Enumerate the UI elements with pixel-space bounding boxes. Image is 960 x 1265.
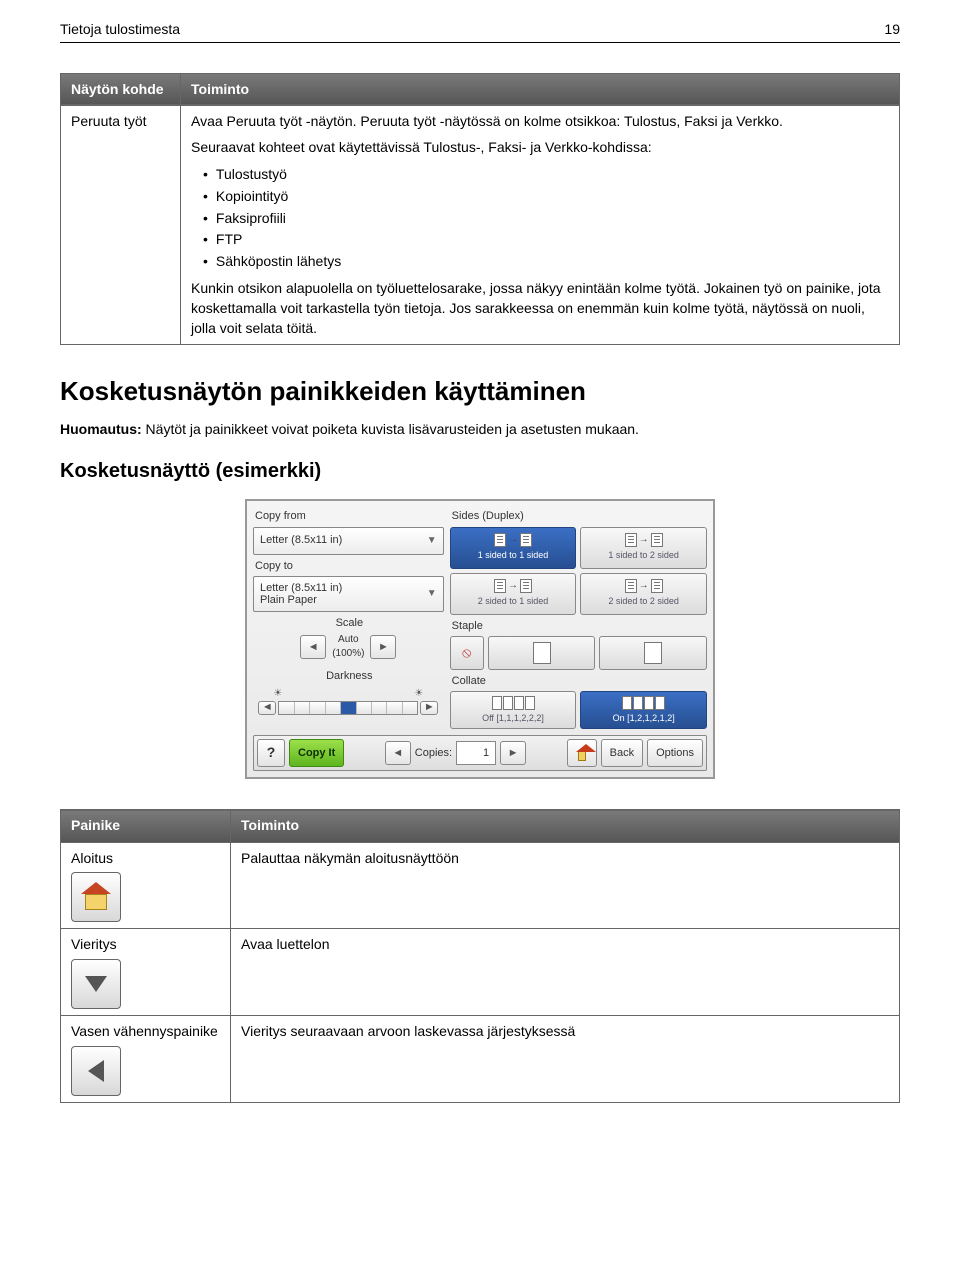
table-row: Peruuta työt Avaa Peruuta työt -näytön. …	[61, 106, 900, 345]
row-label: Peruuta työt	[61, 106, 181, 345]
collate-opt-label: Off [1,1,1,2,2,2]	[482, 712, 544, 725]
sides-opt-label: 1 sided to 1 sided	[478, 549, 549, 562]
darkness-decrease-button[interactable]: ◄	[258, 701, 276, 715]
collate-opt-label: On [1,2,1,2,1,2]	[613, 712, 675, 725]
button-name: Vasen vähennyspainike	[71, 1022, 220, 1042]
button-cell: Vieritys	[61, 929, 231, 1016]
bullet-list: Tulostustyö Kopiointityö Faksiprofiili F…	[191, 157, 889, 279]
staple-label: Staple	[452, 619, 707, 634]
table1-col2: Toiminto	[181, 73, 900, 106]
buttons-table: Painike Toiminto Aloitus Palauttaa näkym…	[60, 809, 900, 1102]
collate-off-button[interactable]: Off [1,1,1,2,2,2]	[450, 691, 577, 729]
button-desc: Avaa luettelon	[231, 929, 900, 1016]
button-cell: Aloitus	[61, 842, 231, 929]
sides-2to2-button[interactable]: → 2 sided to 2 sided	[580, 573, 707, 615]
sun-bright-icon: ☀	[414, 687, 423, 701]
button-name: Aloitus	[71, 849, 220, 869]
table-row: Vasen vähennyspainike Vieritys seuraavaa…	[61, 1016, 900, 1103]
staple-off-button[interactable]: ⦸	[450, 636, 484, 670]
note-text: Näytöt ja painikkeet voivat poiketa kuvi…	[142, 421, 639, 437]
home-icon	[81, 882, 111, 912]
button-desc: Palauttaa näkymän aloitusnäyttöön	[231, 842, 900, 929]
question-icon: ?	[267, 743, 276, 763]
copy-to-label: Copy to	[255, 559, 444, 574]
chevron-down-icon: ▼	[427, 587, 437, 601]
none-icon: ⦸	[462, 643, 471, 663]
para2: Seuraavat kohteet ovat käytettävissä Tul…	[191, 138, 889, 158]
darkness-increase-button[interactable]: ►	[420, 701, 438, 715]
list-item: FTP	[203, 230, 889, 250]
sides-1to1-button[interactable]: → 1 sided to 1 sided	[450, 527, 577, 569]
arrow-left-icon	[88, 1060, 104, 1082]
copies-increase-button[interactable]: ►	[500, 741, 526, 765]
subsection-heading: Kosketusnäyttö (esimerkki)	[60, 457, 900, 485]
scale-label: Scale	[255, 616, 444, 631]
home-button[interactable]	[567, 739, 597, 767]
sides-2to1-button[interactable]: → 2 sided to 1 sided	[450, 573, 577, 615]
copy-it-button[interactable]: Copy It	[289, 739, 344, 767]
sides-1to2-button[interactable]: → 1 sided to 2 sided	[580, 527, 707, 569]
chevron-down-icon	[85, 976, 107, 992]
chevron-down-icon: ▼	[427, 534, 437, 548]
button-name: Vieritys	[71, 935, 220, 955]
table1-col1: Näytön kohde	[61, 73, 181, 106]
touchscreen-example: Copy from Letter (8.5x11 in) ▼ Copy to L…	[60, 499, 900, 779]
darkness-label: Darkness	[326, 669, 372, 684]
staple-opt1-button[interactable]	[488, 636, 596, 670]
page-number: 19	[884, 20, 900, 40]
table2-col2: Toiminto	[231, 810, 900, 843]
table2-col1: Painike	[61, 810, 231, 843]
table-row: Aloitus Palauttaa näkymän aloitusnäyttöö…	[61, 842, 900, 929]
scale-decrease-button[interactable]: ◄	[300, 635, 326, 659]
section-heading: Kosketusnäytön painikkeiden käyttäminen	[60, 373, 900, 409]
copy-from-value: Letter (8.5x11 in)	[260, 533, 342, 548]
home-button-icon-box	[71, 872, 121, 922]
darkness-slider[interactable]	[278, 701, 418, 715]
sides-opt-label: 2 sided to 1 sided	[478, 595, 549, 608]
list-item: Kopiointityö	[203, 187, 889, 207]
collate-label: Collate	[452, 674, 707, 689]
copies-label: Copies:	[415, 746, 452, 761]
list-item: Faksiprofiili	[203, 209, 889, 229]
collate-on-button[interactable]: On [1,2,1,2,1,2]	[580, 691, 707, 729]
copy-from-dropdown[interactable]: Letter (8.5x11 in) ▼	[253, 527, 444, 555]
display-items-table: Näytön kohde Toiminto Peruuta työt Avaa …	[60, 73, 900, 346]
sides-label: Sides (Duplex)	[452, 509, 707, 524]
options-button[interactable]: Options	[647, 739, 703, 767]
copies-field[interactable]: 1	[456, 741, 496, 765]
copies-decrease-button[interactable]: ◄	[385, 741, 411, 765]
button-cell: Vasen vähennyspainike	[61, 1016, 231, 1103]
list-item: Sähköpostin lähetys	[203, 252, 889, 272]
page-header: Tietoja tulostimesta 19	[60, 20, 900, 43]
note-label: Huomautus:	[60, 421, 142, 437]
list-item: Tulostustyö	[203, 165, 889, 185]
sides-opt-label: 1 sided to 2 sided	[608, 549, 679, 562]
scale-value: Auto (100%)	[332, 633, 364, 661]
para1: Avaa Peruuta työt -näytön. Peruuta työt …	[191, 112, 889, 132]
help-button[interactable]: ?	[257, 739, 285, 767]
touchscreen: Copy from Letter (8.5x11 in) ▼ Copy to L…	[245, 499, 715, 779]
arrow-right-icon: ►	[378, 640, 389, 655]
bottom-bar: ? Copy It ◄ Copies: 1 ► Back Options	[253, 735, 707, 771]
sun-dim-icon: ☀	[273, 687, 282, 701]
sides-opt-label: 2 sided to 2 sided	[608, 595, 679, 608]
scroll-button-icon-box	[71, 959, 121, 1009]
table-row: Vieritys Avaa luettelon	[61, 929, 900, 1016]
scale-increase-button[interactable]: ►	[370, 635, 396, 659]
back-button[interactable]: Back	[601, 739, 643, 767]
header-title: Tietoja tulostimesta	[60, 20, 180, 40]
copy-to-line2: Plain Paper	[260, 594, 317, 606]
button-desc: Vieritys seuraavaan arvoon laskevassa jä…	[231, 1016, 900, 1103]
para3: Kunkin otsikon alapuolella on työluettel…	[191, 279, 889, 338]
copy-from-label: Copy from	[255, 509, 444, 524]
copy-to-dropdown[interactable]: Letter (8.5x11 in) Plain Paper ▼	[253, 576, 444, 612]
left-decrease-button-icon-box	[71, 1046, 121, 1096]
note: Huomautus: Näytöt ja painikkeet voivat p…	[60, 420, 900, 440]
copy-to-line1: Letter (8.5x11 in)	[260, 582, 342, 594]
row-content: Avaa Peruuta työt -näytön. Peruuta työt …	[181, 106, 900, 345]
arrow-left-icon: ◄	[308, 640, 319, 655]
home-icon	[576, 744, 588, 762]
staple-opt2-button[interactable]	[599, 636, 707, 670]
